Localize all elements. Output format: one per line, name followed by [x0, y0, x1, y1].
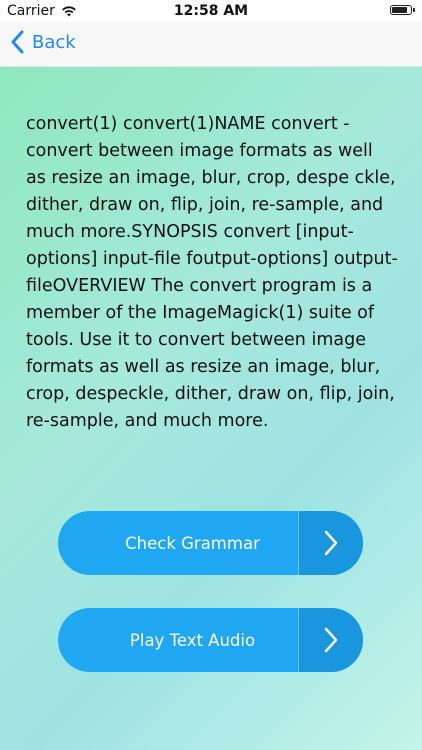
check-grammar-chevron: [299, 511, 363, 575]
status-bar: Carrier 12:58 AM: [0, 0, 422, 22]
battery-icon: [390, 5, 415, 15]
status-time: 12:58 AM: [173, 3, 249, 19]
check-grammar-label: Check Grammar: [125, 533, 260, 553]
check-grammar-button[interactable]: Check Grammar: [58, 511, 363, 575]
play-audio-chevron: [299, 608, 363, 672]
nav-bar: Back: [0, 22, 422, 67]
back-chevron-icon: [11, 30, 24, 54]
chevron-right-icon: [324, 530, 338, 556]
content-area: convert(1) convert(1)NAME convert - conv…: [0, 67, 422, 750]
screen: Carrier 12:58 AM Back convert(1) convert…: [0, 0, 422, 750]
chevron-right-icon: [324, 627, 338, 653]
back-label: Back: [32, 31, 76, 53]
play-audio-button[interactable]: Play Text Audio: [58, 608, 363, 672]
back-button[interactable]: Back: [10, 30, 76, 54]
play-audio-label: Play Text Audio: [129, 630, 256, 650]
battery-fill: [392, 7, 407, 13]
body-text: convert(1) convert(1)NAME convert - conv…: [26, 114, 398, 431]
